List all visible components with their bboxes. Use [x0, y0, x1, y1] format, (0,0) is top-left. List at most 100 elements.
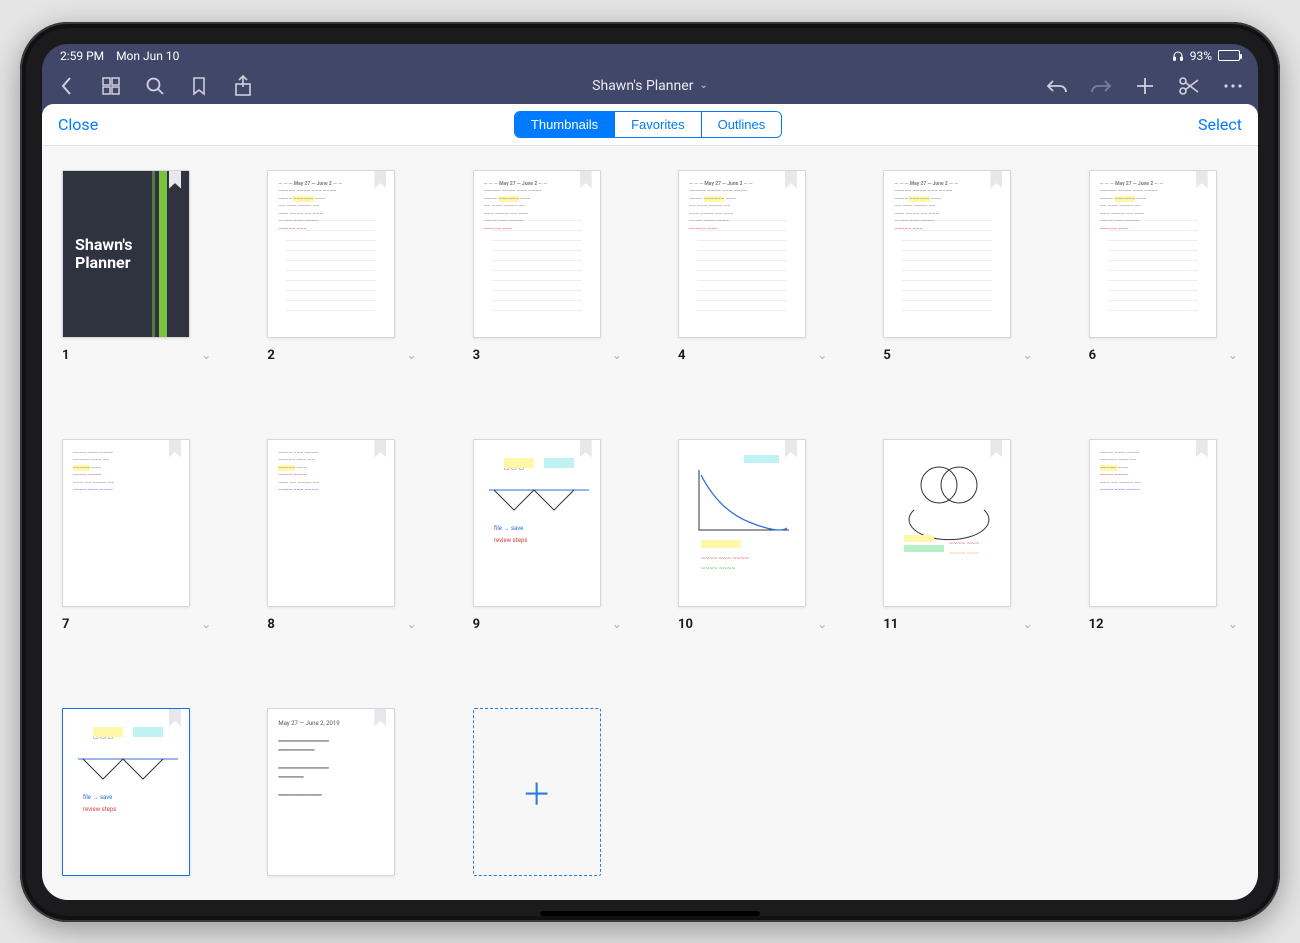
thumbnail-grid[interactable]: Shawn's Planner 1 ⌄ — — — May 27 — June …: [42, 146, 1258, 900]
search-icon[interactable]: [144, 75, 166, 97]
page-options-chevron-icon[interactable]: ⌄: [817, 617, 827, 631]
page-options-chevron-icon[interactable]: ⌄: [201, 348, 211, 362]
redo-icon[interactable]: [1090, 75, 1112, 97]
page-options-chevron-icon[interactable]: ⌄: [612, 348, 622, 362]
scissors-icon[interactable]: [1178, 75, 1200, 97]
page-number: 9: [473, 617, 480, 632]
page-options-chevron-icon[interactable]: ⌄: [817, 348, 827, 362]
page-cell: — — — May 27 — June 2 — — ~~~~~ ~~~~ ~~~…: [1089, 170, 1238, 387]
page-options-chevron-icon[interactable]: ⌄: [201, 617, 211, 631]
add-page-button[interactable]: ＋: [473, 708, 601, 876]
page-cell: ~~~~ ~~~ ~~~~ ~~~~~ ~~~ ~~ ~~~~~ ~~~ ~~~…: [62, 439, 211, 656]
navbar-left-cluster: [56, 75, 254, 97]
chevron-down-icon: ⌄: [699, 80, 707, 91]
page-cell: ~~~~ ~~~ ~~~~ ~~~~ ~~~~ 10 ⌄: [678, 439, 827, 656]
page-thumbnail[interactable]: — — — May 27 — June 2 — — ~~~~~ ~~~~ ~~~…: [473, 170, 601, 338]
headphone-icon: [1172, 50, 1184, 62]
page-cell: ▭ ▭ ▭ file → save review steps: [62, 708, 211, 900]
page-cell: ~~~~ ~~~ ~~~~ ~~~ 11 ⌄: [883, 439, 1032, 656]
back-icon[interactable]: [56, 75, 78, 97]
grid-icon[interactable]: [100, 75, 122, 97]
svg-text:~~~~ ~~~: ~~~~ ~~~: [949, 540, 979, 547]
page-thumbnail[interactable]: — — — May 27 — June 2 — — ~~~~~ ~~~~ ~~~…: [678, 170, 806, 338]
more-icon[interactable]: [1222, 75, 1244, 97]
svg-text:~~~~ ~~~: ~~~~ ~~~: [949, 550, 979, 557]
tab-outlines[interactable]: Outlines: [701, 112, 782, 137]
app-navbar: Shawn's Planner ⌄: [42, 68, 1258, 104]
page-number: 5: [883, 348, 890, 363]
page-number: 12: [1089, 617, 1104, 632]
page-number: 1: [62, 348, 69, 363]
bookmark-icon[interactable]: [188, 75, 210, 97]
battery-percent: 93%: [1190, 49, 1212, 63]
select-button[interactable]: Select: [1198, 115, 1242, 134]
page-options-chevron-icon[interactable]: ⌄: [1228, 348, 1238, 362]
page-thumbnail[interactable]: — — — May 27 — June 2 — — ~~~~~ ~~~~ ~~~…: [267, 170, 395, 338]
page-label-row: 4 ⌄: [678, 348, 827, 363]
page-label-row: 11 ⌄: [883, 617, 1032, 632]
svg-text:~~~~ ~~~ ~~~~: ~~~~ ~~~ ~~~~: [701, 555, 749, 562]
page-number: 6: [1089, 348, 1096, 363]
page-label-row: 1 ⌄: [62, 348, 211, 363]
status-date: Mon Jun 10: [116, 49, 179, 63]
page-cell: ~~~~ ~~~ ~~~~ ~~~~~ ~~~ ~~ ~~~~~ ~~~ ~~~…: [267, 439, 416, 656]
page-thumbnail[interactable]: — — — May 27 — June 2 — — ~~~~~ ~~~~ ~~~…: [1089, 170, 1217, 338]
page-options-chevron-icon[interactable]: ⌄: [1023, 617, 1033, 631]
page-label-row: 12 ⌄: [1089, 617, 1238, 632]
page-cell: Shawn's Planner 1 ⌄: [62, 170, 211, 387]
content-sheet: Close Thumbnails Favorites Outlines Sele…: [42, 104, 1258, 900]
screen: 2:59 PM Mon Jun 10 93%: [42, 44, 1258, 900]
page-thumbnail[interactable]: ~~~~ ~~~ ~~~~ ~~~~ ~~~~: [678, 439, 806, 607]
page-cell: — — — May 27 — June 2 — — ~~~~~ ~~~~ ~~~…: [883, 170, 1032, 387]
page-label-row: 9 ⌄: [473, 617, 622, 632]
svg-text:file → save: file → save: [83, 794, 112, 801]
page-cell: ＋: [473, 708, 622, 900]
document-title[interactable]: Shawn's Planner ⌄: [592, 78, 708, 94]
page-label-row: 10 ⌄: [678, 617, 827, 632]
page-thumbnail[interactable]: — — — May 27 — June 2 — — ~~~~~ ~~~~ ~~~…: [883, 170, 1011, 338]
bookmark-ribbon-icon: [169, 171, 181, 189]
page-number: 8: [267, 617, 274, 632]
page-options-chevron-icon[interactable]: ⌄: [612, 617, 622, 631]
page-number: 4: [678, 348, 685, 363]
svg-text:review steps: review steps: [83, 806, 116, 813]
page-label-row: 7 ⌄: [62, 617, 211, 632]
close-button[interactable]: Close: [58, 115, 98, 134]
page-number: 10: [678, 617, 693, 632]
page-thumbnail[interactable]: ▭ ▭ ▭ file → save review steps: [62, 708, 190, 876]
page-thumbnail[interactable]: ~~~~ ~~~ ~~~~ ~~~: [883, 439, 1011, 607]
status-bar: 2:59 PM Mon Jun 10 93%: [42, 44, 1258, 68]
tab-favorites[interactable]: Favorites: [614, 112, 700, 137]
page-number: 11: [883, 617, 898, 632]
page-label-row: 6 ⌄: [1089, 348, 1238, 363]
page-number: 2: [267, 348, 274, 363]
page-thumbnail[interactable]: ~~~~ ~~~ ~~~~ ~~~~~ ~~~ ~~ ~~~~~ ~~~ ~~~…: [62, 439, 190, 607]
add-icon[interactable]: [1134, 75, 1156, 97]
page-options-chevron-icon[interactable]: ⌄: [1228, 617, 1238, 631]
view-segmented-control: Thumbnails Favorites Outlines: [514, 111, 782, 138]
document-title-text: Shawn's Planner: [592, 78, 693, 94]
page-number: 7: [62, 617, 69, 632]
page-thumbnail[interactable]: ~~~~ ~~~ ~~~~ ~~~~~ ~~~ ~~ ~~~~~ ~~~ ~~~…: [1089, 439, 1217, 607]
status-left: 2:59 PM Mon Jun 10: [60, 49, 179, 63]
svg-text:~~~~ ~~~~: ~~~~ ~~~~: [701, 565, 735, 572]
page-cell: — — — May 27 — June 2 — — ~~~~~ ~~~~ ~~~…: [473, 170, 622, 387]
page-thumbnail[interactable]: ~~~~ ~~~ ~~~~ ~~~~~ ~~~ ~~ ~~~~~ ~~~ ~~~…: [267, 439, 395, 607]
page-options-chevron-icon[interactable]: ⌄: [407, 617, 417, 631]
page-thumbnail[interactable]: May 27 — June 2, 2019 ━━━━━━━━━━━━━━ ━━━…: [267, 708, 395, 876]
page-options-chevron-icon[interactable]: ⌄: [1023, 348, 1033, 362]
status-time: 2:59 PM: [60, 49, 104, 63]
page-cell: — — — May 27 — June 2 — — ~~~~~ ~~~~ ~~~…: [267, 170, 416, 387]
page-cell: May 27 — June 2, 2019 ━━━━━━━━━━━━━━ ━━━…: [267, 708, 416, 900]
page-thumbnail[interactable]: Shawn's Planner: [62, 170, 190, 338]
page-number: 3: [473, 348, 480, 363]
undo-icon[interactable]: [1046, 75, 1068, 97]
content-header: Close Thumbnails Favorites Outlines Sele…: [42, 104, 1258, 146]
share-icon[interactable]: [232, 75, 254, 97]
page-thumbnail[interactable]: ▭ ▭ ▭ file → save review steps: [473, 439, 601, 607]
plus-icon: ＋: [522, 770, 552, 814]
page-options-chevron-icon[interactable]: ⌄: [407, 348, 417, 362]
page-label-row: 2 ⌄: [267, 348, 416, 363]
ipad-device-frame: 2:59 PM Mon Jun 10 93%: [20, 22, 1280, 922]
tab-thumbnails[interactable]: Thumbnails: [515, 112, 614, 137]
